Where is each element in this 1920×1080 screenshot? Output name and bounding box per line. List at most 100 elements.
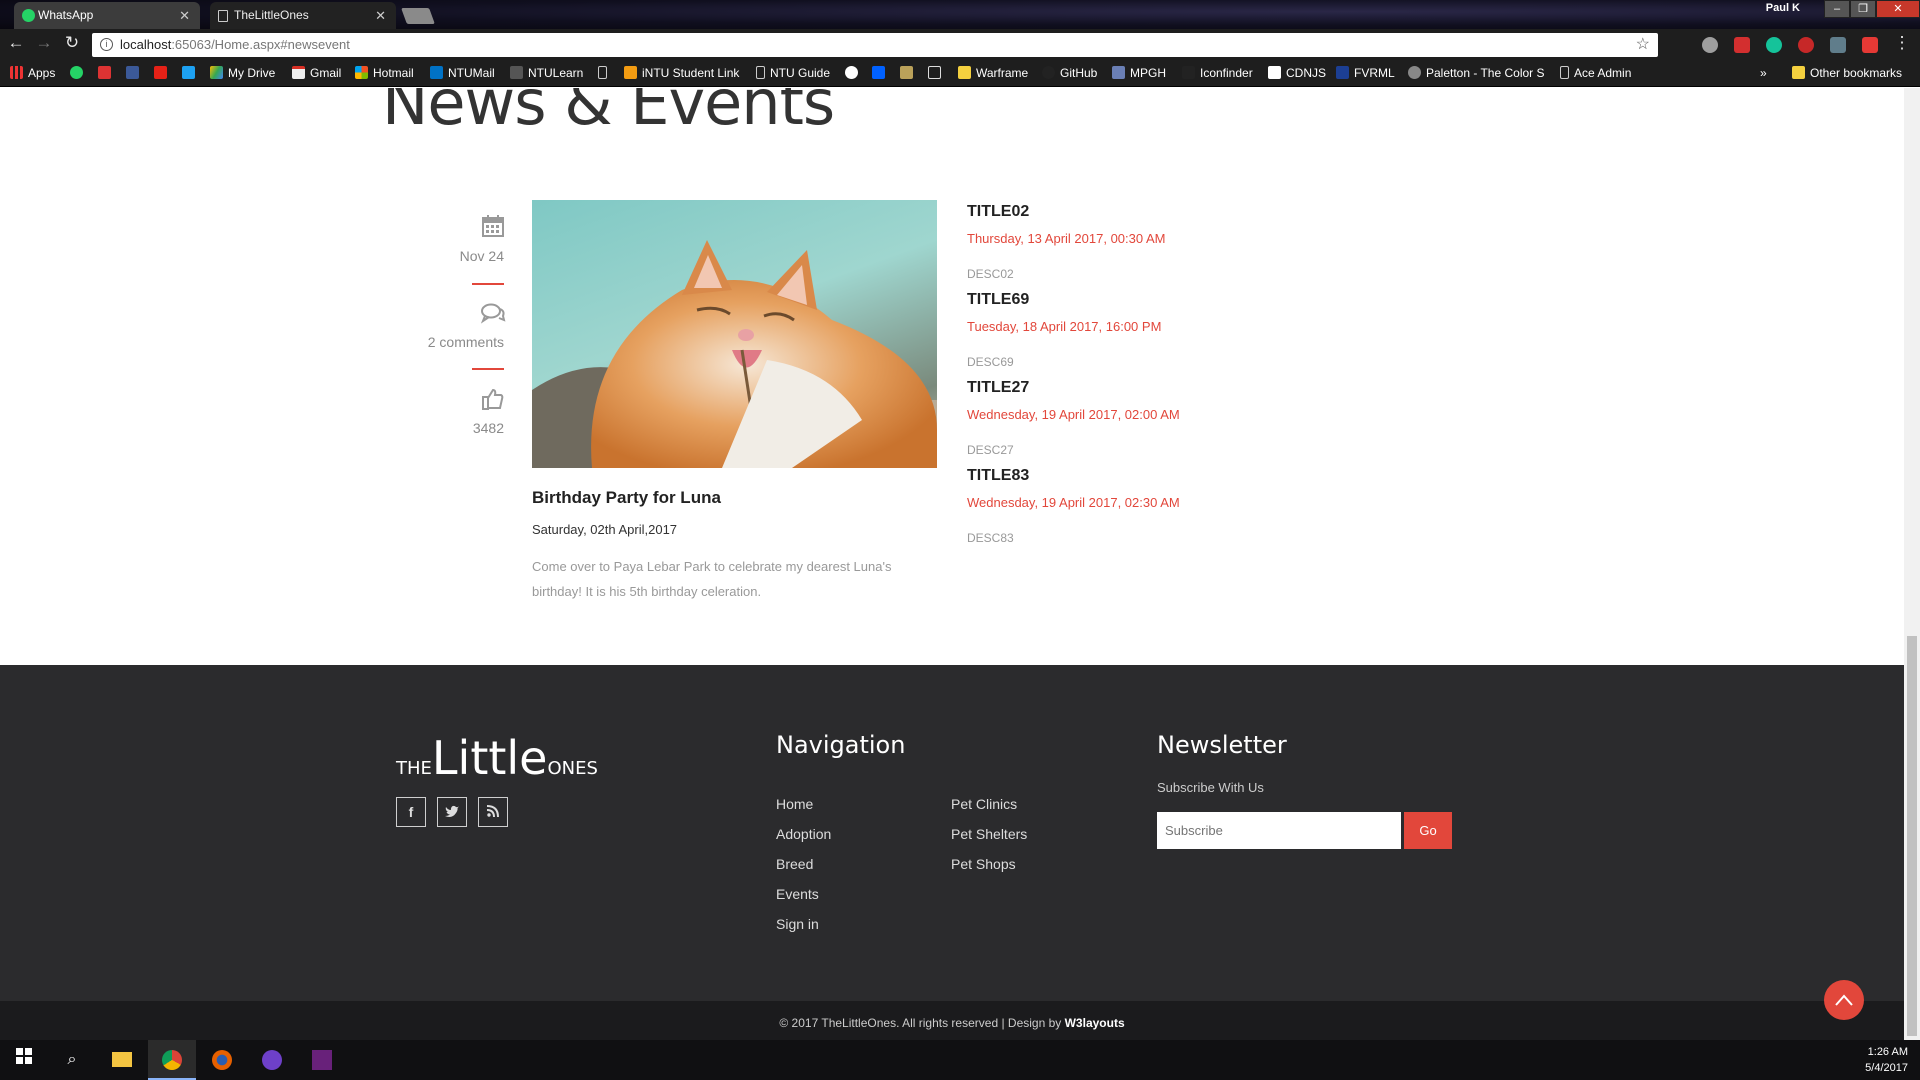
bookmark-mpgh[interactable]: MPGH: [1112, 66, 1166, 80]
new-tab-button[interactable]: [401, 8, 435, 24]
visual-studio-icon[interactable]: [298, 1040, 346, 1080]
bookmark-fvrml[interactable]: FVRML: [1336, 66, 1395, 80]
event-title[interactable]: TITLE83: [967, 467, 1180, 485]
site-logo[interactable]: THELittleONES: [396, 731, 598, 785]
bookmark-ntulearn[interactable]: NTULearn: [510, 66, 583, 80]
grammarly-icon[interactable]: [1766, 37, 1782, 53]
event-item[interactable]: TITLE02 Thursday, 13 April 2017, 00:30 A…: [967, 203, 1166, 281]
newsletter-heading: Newsletter: [1157, 731, 1287, 759]
monitor-icon: [928, 66, 941, 79]
event-item[interactable]: TITLE69 Tuesday, 18 April 2017, 16:00 PM…: [967, 291, 1161, 369]
event-description: DESC69: [967, 355, 1014, 369]
apps-grid-icon: [10, 66, 23, 79]
bookmark-iconfinder[interactable]: Iconfinder: [1182, 66, 1253, 80]
bookmark-mail[interactable]: [98, 66, 116, 80]
event-item[interactable]: TITLE83 Wednesday, 19 April 2017, 02:30 …: [967, 467, 1180, 545]
tab-whatsapp[interactable]: WhatsApp ✕: [14, 2, 200, 29]
bookmark-apps[interactable]: Apps: [10, 66, 55, 80]
event-description: DESC02: [967, 267, 1014, 281]
mpgh-icon: [1112, 66, 1125, 79]
chrome-icon[interactable]: [148, 1040, 196, 1080]
bookmark-star-icon[interactable]: ☆: [1636, 33, 1650, 57]
pen-extension-icon[interactable]: [1830, 37, 1846, 53]
extension-icon[interactable]: [1734, 37, 1750, 53]
bookmark-whatsapp[interactable]: [70, 66, 88, 80]
blackboard-icon: [510, 66, 523, 79]
page-icon: [1560, 66, 1569, 79]
bookmarks-overflow-icon[interactable]: »: [1760, 66, 1767, 80]
windows-start-icon[interactable]: [0, 1040, 48, 1080]
drive-extension-icon[interactable]: [1702, 37, 1718, 53]
maximize-button[interactable]: ❐: [1850, 0, 1876, 18]
post-meta-comments[interactable]: 2 comments: [428, 334, 504, 350]
profile-name[interactable]: Paul K: [1766, 2, 1800, 14]
footer-link-events[interactable]: Events: [776, 886, 819, 902]
bookmark-ntu-guide[interactable]: NTU Guide: [756, 66, 830, 80]
bookmark-gmail[interactable]: Gmail: [292, 66, 341, 80]
post-image[interactable]: [532, 200, 937, 468]
event-item[interactable]: TITLE27 Wednesday, 19 April 2017, 02:00 …: [967, 379, 1180, 457]
bookmark-youtube[interactable]: [154, 66, 172, 80]
address-bar[interactable]: i localhost:65063/Home.aspx#newsevent ☆: [92, 33, 1658, 57]
bookmark-ace-admin[interactable]: Ace Admin: [1560, 66, 1631, 80]
footer-link-adoption[interactable]: Adoption: [776, 826, 831, 842]
bookmark-github[interactable]: GitHub: [1042, 66, 1097, 80]
page-scrollbar[interactable]: [1904, 88, 1920, 1040]
bookmark-monitor[interactable]: [928, 66, 946, 80]
bookmark-facebook[interactable]: [126, 66, 144, 80]
footer-link-sign-in[interactable]: Sign in: [776, 916, 819, 932]
adblock-icon[interactable]: [1798, 37, 1814, 53]
bookmark-hotmail[interactable]: Hotmail: [355, 66, 414, 80]
site-footer: THELittleONES f Navigation Home Adoption…: [0, 665, 1904, 1001]
thumbs-up-icon[interactable]: [482, 388, 504, 416]
facebook-icon[interactable]: f: [396, 797, 426, 827]
bookmark-twitter[interactable]: [182, 66, 200, 80]
footer-link-home[interactable]: Home: [776, 796, 813, 812]
designer-link[interactable]: W3layouts: [1065, 1016, 1125, 1030]
reload-icon[interactable]: ↻: [60, 33, 84, 53]
bookmark-warframe[interactable]: Warframe: [958, 66, 1028, 80]
scroll-to-top-button[interactable]: [1824, 980, 1864, 1020]
bookmark-cdnjs[interactable]: CDNJS: [1268, 66, 1326, 80]
rss-icon[interactable]: [478, 797, 508, 827]
bookmark-paletton[interactable]: Paletton - The Color S: [1408, 66, 1545, 80]
bookmark-other-bookmarks[interactable]: Other bookmarks: [1792, 66, 1902, 80]
footer-link-pet-shops[interactable]: Pet Shops: [951, 856, 1016, 872]
tab-thelittleones[interactable]: TheLittleOnes ✕: [210, 2, 396, 29]
subscribe-go-button[interactable]: Go: [1404, 812, 1452, 849]
bookmark-intu-student-link[interactable]: iNTU Student Link: [624, 66, 739, 80]
search-icon[interactable]: ⌕: [48, 1040, 96, 1080]
windows-taskbar: ⌕ 1:26 AM 5/4/2017: [0, 1040, 1920, 1080]
scrollbar-thumb[interactable]: [1907, 636, 1917, 1036]
footer-link-breed[interactable]: Breed: [776, 856, 813, 872]
info-icon[interactable]: i: [100, 38, 113, 51]
bookmark-ntumail[interactable]: NTUMail: [430, 66, 495, 80]
event-title[interactable]: TITLE69: [967, 291, 1161, 309]
bookmark-dropbox[interactable]: [872, 66, 890, 80]
extension-icon[interactable]: [1862, 37, 1878, 53]
bookmark-page[interactable]: [598, 66, 612, 80]
subscribe-input[interactable]: [1157, 812, 1401, 849]
system-clock[interactable]: 1:26 AM 5/4/2017: [1865, 1044, 1908, 1076]
footer-link-pet-clinics[interactable]: Pet Clinics: [951, 796, 1017, 812]
menu-icon[interactable]: ⋮: [1890, 33, 1914, 53]
close-icon[interactable]: ✕: [179, 2, 190, 29]
github-desktop-icon[interactable]: [248, 1040, 296, 1080]
close-icon[interactable]: ✕: [375, 2, 386, 29]
bookmark-shield[interactable]: [900, 66, 918, 80]
forward-icon[interactable]: →: [32, 33, 56, 53]
bookmark-my-drive[interactable]: My Drive: [210, 66, 275, 80]
event-title[interactable]: TITLE02: [967, 203, 1166, 221]
divider: [472, 368, 504, 370]
post-title[interactable]: Birthday Party for Luna: [532, 488, 721, 508]
footer-link-pet-shelters[interactable]: Pet Shelters: [951, 826, 1027, 842]
file-explorer-icon[interactable]: [98, 1040, 146, 1080]
event-title[interactable]: TITLE27: [967, 379, 1180, 397]
window-close-button[interactable]: ✕: [1876, 0, 1920, 18]
bookmark-google[interactable]: [845, 66, 863, 80]
back-icon[interactable]: ←: [4, 33, 28, 53]
firefox-icon[interactable]: [198, 1040, 246, 1080]
minimize-button[interactable]: –: [1824, 0, 1850, 18]
logo-the: THE: [396, 758, 432, 779]
twitter-icon[interactable]: [437, 797, 467, 827]
